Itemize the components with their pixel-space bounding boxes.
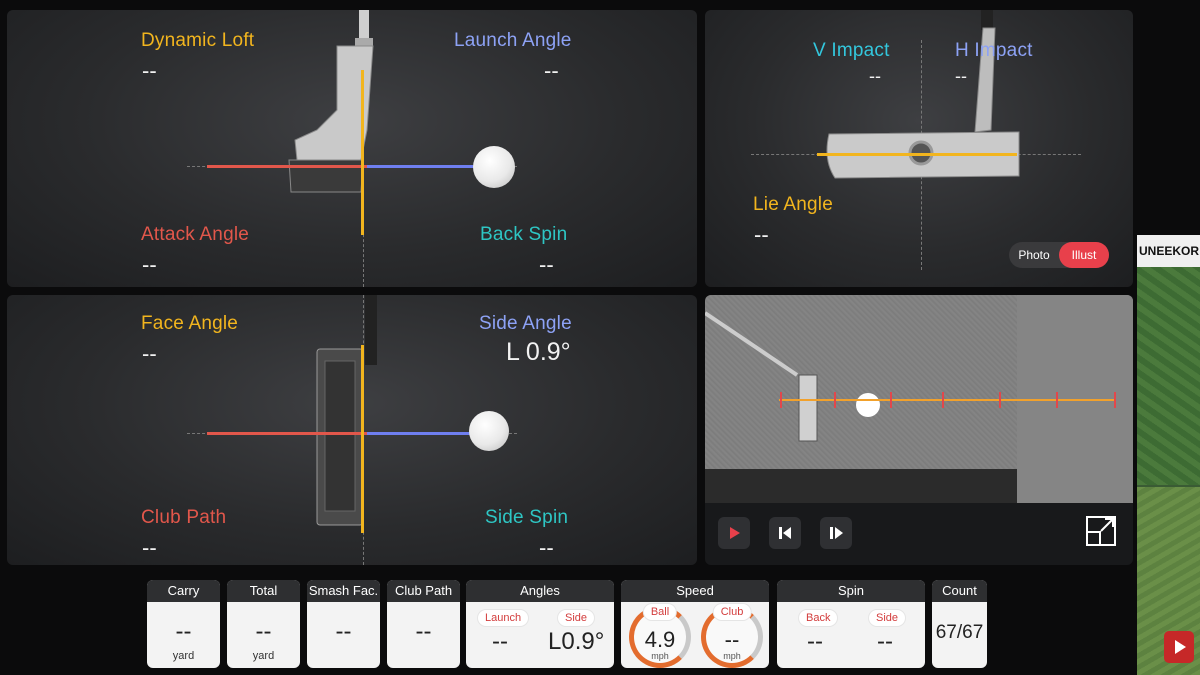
ball-speed-value: 4.9: [644, 627, 676, 652]
total-header: Total: [227, 580, 300, 602]
external-window-title: UNEEKOR: [1137, 235, 1200, 267]
club-path-stat-value: --: [415, 618, 432, 645]
putter-top-graphic: [316, 295, 377, 526]
club-path-stat-header: Club Path: [387, 580, 460, 602]
side-stat-value: L0.9°: [548, 628, 605, 655]
course-map-view: [1137, 267, 1200, 485]
loft-line: [361, 70, 364, 235]
face-angle-line: [361, 345, 364, 533]
launch-stat-value: --: [492, 628, 508, 655]
ball-pill: Ball: [643, 604, 677, 620]
club-path-line: [207, 432, 367, 435]
angles-stat: Angles Launch -- Side L0.9°: [466, 580, 614, 668]
play-icon: [1175, 640, 1186, 654]
dynamic-loft-value: --: [142, 58, 157, 83]
putter-side-graphic: [288, 10, 374, 193]
total-value: --: [255, 618, 272, 645]
total-stat: Total -- yard: [227, 580, 300, 668]
putter-front-graphic: [826, 10, 1020, 179]
top-view-panel: Face Angle -- Side Angle L 0.9° Club Pat…: [7, 295, 697, 565]
club-speed-gauge: Club -- mph: [701, 604, 763, 668]
speed-header: Speed: [621, 580, 769, 602]
camera-panel: [705, 295, 1133, 565]
golf-ball-top: [469, 411, 509, 451]
lie-angle-value: --: [754, 222, 769, 247]
lie-angle-label: Lie Angle: [753, 194, 833, 215]
side-spin-label: Side Spin: [485, 507, 569, 528]
launch-angle-label: Launch Angle: [454, 30, 572, 51]
carry-stat: Carry -- yard: [147, 580, 220, 668]
club-path-value: --: [142, 535, 157, 560]
back-spin-label: Back Spin: [480, 224, 568, 245]
club-path-stat: Club Path --: [387, 580, 460, 668]
h-impact-label: H Impact: [955, 40, 1033, 61]
toggle-illust-option[interactable]: Illust: [1059, 242, 1109, 268]
golf-ball: [473, 146, 515, 188]
spin-stat: Spin Back -- Side --: [777, 580, 925, 668]
smash-factor-header: Smash Fac.: [307, 580, 380, 602]
step-back-icon: [779, 527, 791, 539]
side-pill: Side: [558, 610, 595, 626]
spin-header: Spin: [777, 580, 925, 602]
attack-angle-value: --: [142, 252, 157, 277]
launch-angle-line: [367, 165, 477, 168]
launch-angle-value: --: [544, 58, 559, 83]
side-spin-stat-value: --: [877, 628, 893, 655]
ball-speed-gauge: Ball 4.9 mph: [629, 604, 691, 668]
launch-pill: Launch: [478, 610, 529, 626]
camera-overlay: [705, 311, 1116, 442]
speed-stat: Speed Ball 4.9 mph Club -- mph: [621, 580, 769, 668]
v-impact-label: V Impact: [813, 40, 890, 61]
club-path-label: Club Path: [141, 507, 227, 528]
smash-factor-value: --: [335, 618, 352, 645]
side-spin-value: --: [539, 535, 554, 560]
side-view-panel: Dynamic Loft -- Launch Angle -- Attack A…: [7, 10, 697, 287]
back-pill: Back: [799, 610, 838, 626]
ball-speed-unit: mph: [651, 651, 669, 661]
dynamic-loft-label: Dynamic Loft: [141, 30, 255, 51]
club-speed-unit: mph: [723, 651, 741, 661]
count-header: Count: [932, 580, 987, 602]
face-angle-label: Face Angle: [141, 313, 239, 334]
v-impact-value: --: [869, 66, 881, 86]
carry-unit: yard: [172, 650, 195, 662]
record-button[interactable]: [718, 517, 750, 549]
previous-frame-button[interactable]: [769, 517, 801, 549]
front-view-panel: V Impact -- H Impact -- Lie Angle -- Pho…: [705, 10, 1133, 287]
step-forward-icon: [830, 527, 843, 539]
angles-header: Angles: [466, 580, 614, 602]
carry-value: --: [175, 618, 192, 645]
carry-header: Carry: [147, 580, 220, 602]
photo-illust-toggle[interactable]: Photo Illust: [1009, 242, 1109, 268]
back-spin-stat-value: --: [807, 628, 823, 655]
side-angle-line: [367, 432, 475, 435]
external-course-window: UNEEKOR: [1137, 235, 1200, 675]
face-angle-value: --: [142, 341, 157, 366]
total-unit: yard: [252, 650, 275, 662]
attack-angle-line: [207, 165, 367, 168]
club-speed-value: --: [724, 627, 740, 652]
club-pill: Club: [713, 604, 751, 620]
side-angle-value: L 0.9°: [506, 338, 571, 366]
count-stat: Count 67/67: [932, 580, 987, 668]
h-impact-value: --: [955, 66, 967, 86]
attack-angle-label: Attack Angle: [141, 224, 250, 245]
side-spin-pill: Side: [869, 610, 906, 626]
side-angle-label: Side Angle: [479, 313, 572, 334]
expand-icon: [1086, 516, 1116, 546]
lie-angle-line: [817, 153, 1017, 156]
toggle-photo-option[interactable]: Photo: [1009, 248, 1059, 262]
smash-factor-stat: Smash Fac. --: [307, 580, 380, 668]
subscribe-icon[interactable]: [1164, 631, 1194, 663]
record-icon: [730, 527, 740, 539]
count-value: 67/67: [935, 622, 984, 643]
next-frame-button[interactable]: [820, 517, 852, 549]
back-spin-value: --: [539, 252, 554, 277]
expand-button[interactable]: [1085, 515, 1117, 547]
